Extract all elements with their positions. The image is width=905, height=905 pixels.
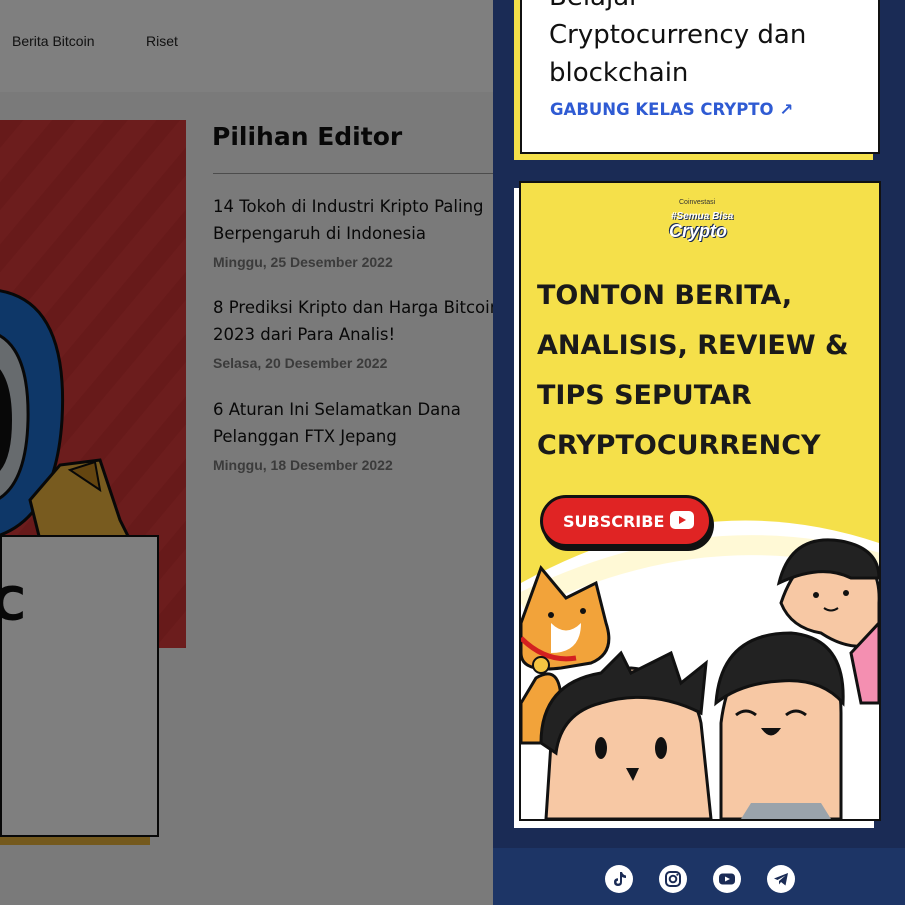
course-card: Belajar Cryptocurrency dan blockchain GA… bbox=[520, 0, 880, 154]
youtube-play-icon bbox=[670, 511, 694, 529]
brand-logo-small: Coinvestasi bbox=[679, 199, 716, 206]
youtube-icon[interactable] bbox=[713, 865, 741, 893]
course-title-line: Belajar bbox=[549, 0, 869, 16]
telegram-icon[interactable] bbox=[767, 865, 795, 893]
instagram-icon[interactable] bbox=[659, 865, 687, 893]
tiktok-icon[interactable] bbox=[605, 865, 633, 893]
subscribe-button[interactable]: SUBSCRIBE bbox=[540, 495, 712, 547]
promo-headline-line: TONTON BERITA, bbox=[537, 280, 793, 311]
course-title-line: blockchain bbox=[549, 58, 689, 88]
youtube-promo-banner[interactable]: Coinvestasi #Semua Bisa Crypto TONTON BE… bbox=[519, 181, 881, 821]
promo-headline-line: ANALISIS, REVIEW & bbox=[537, 330, 849, 361]
subscribe-label: SUBSCRIBE bbox=[563, 512, 665, 531]
promo-headline-line: TIPS SEPUTAR bbox=[537, 380, 752, 411]
join-crypto-class-link[interactable]: GABUNG KELAS CRYPTO ↗ bbox=[550, 100, 793, 119]
course-title: Belajar Cryptocurrency dan blockchain bbox=[549, 0, 869, 92]
course-title-line: Cryptocurrency dan bbox=[549, 20, 807, 50]
social-links-bar bbox=[493, 848, 905, 905]
brand-logo-word: Crypto bbox=[669, 221, 727, 241]
promo-headline-line: CRYPTOCURRENCY bbox=[537, 430, 821, 461]
